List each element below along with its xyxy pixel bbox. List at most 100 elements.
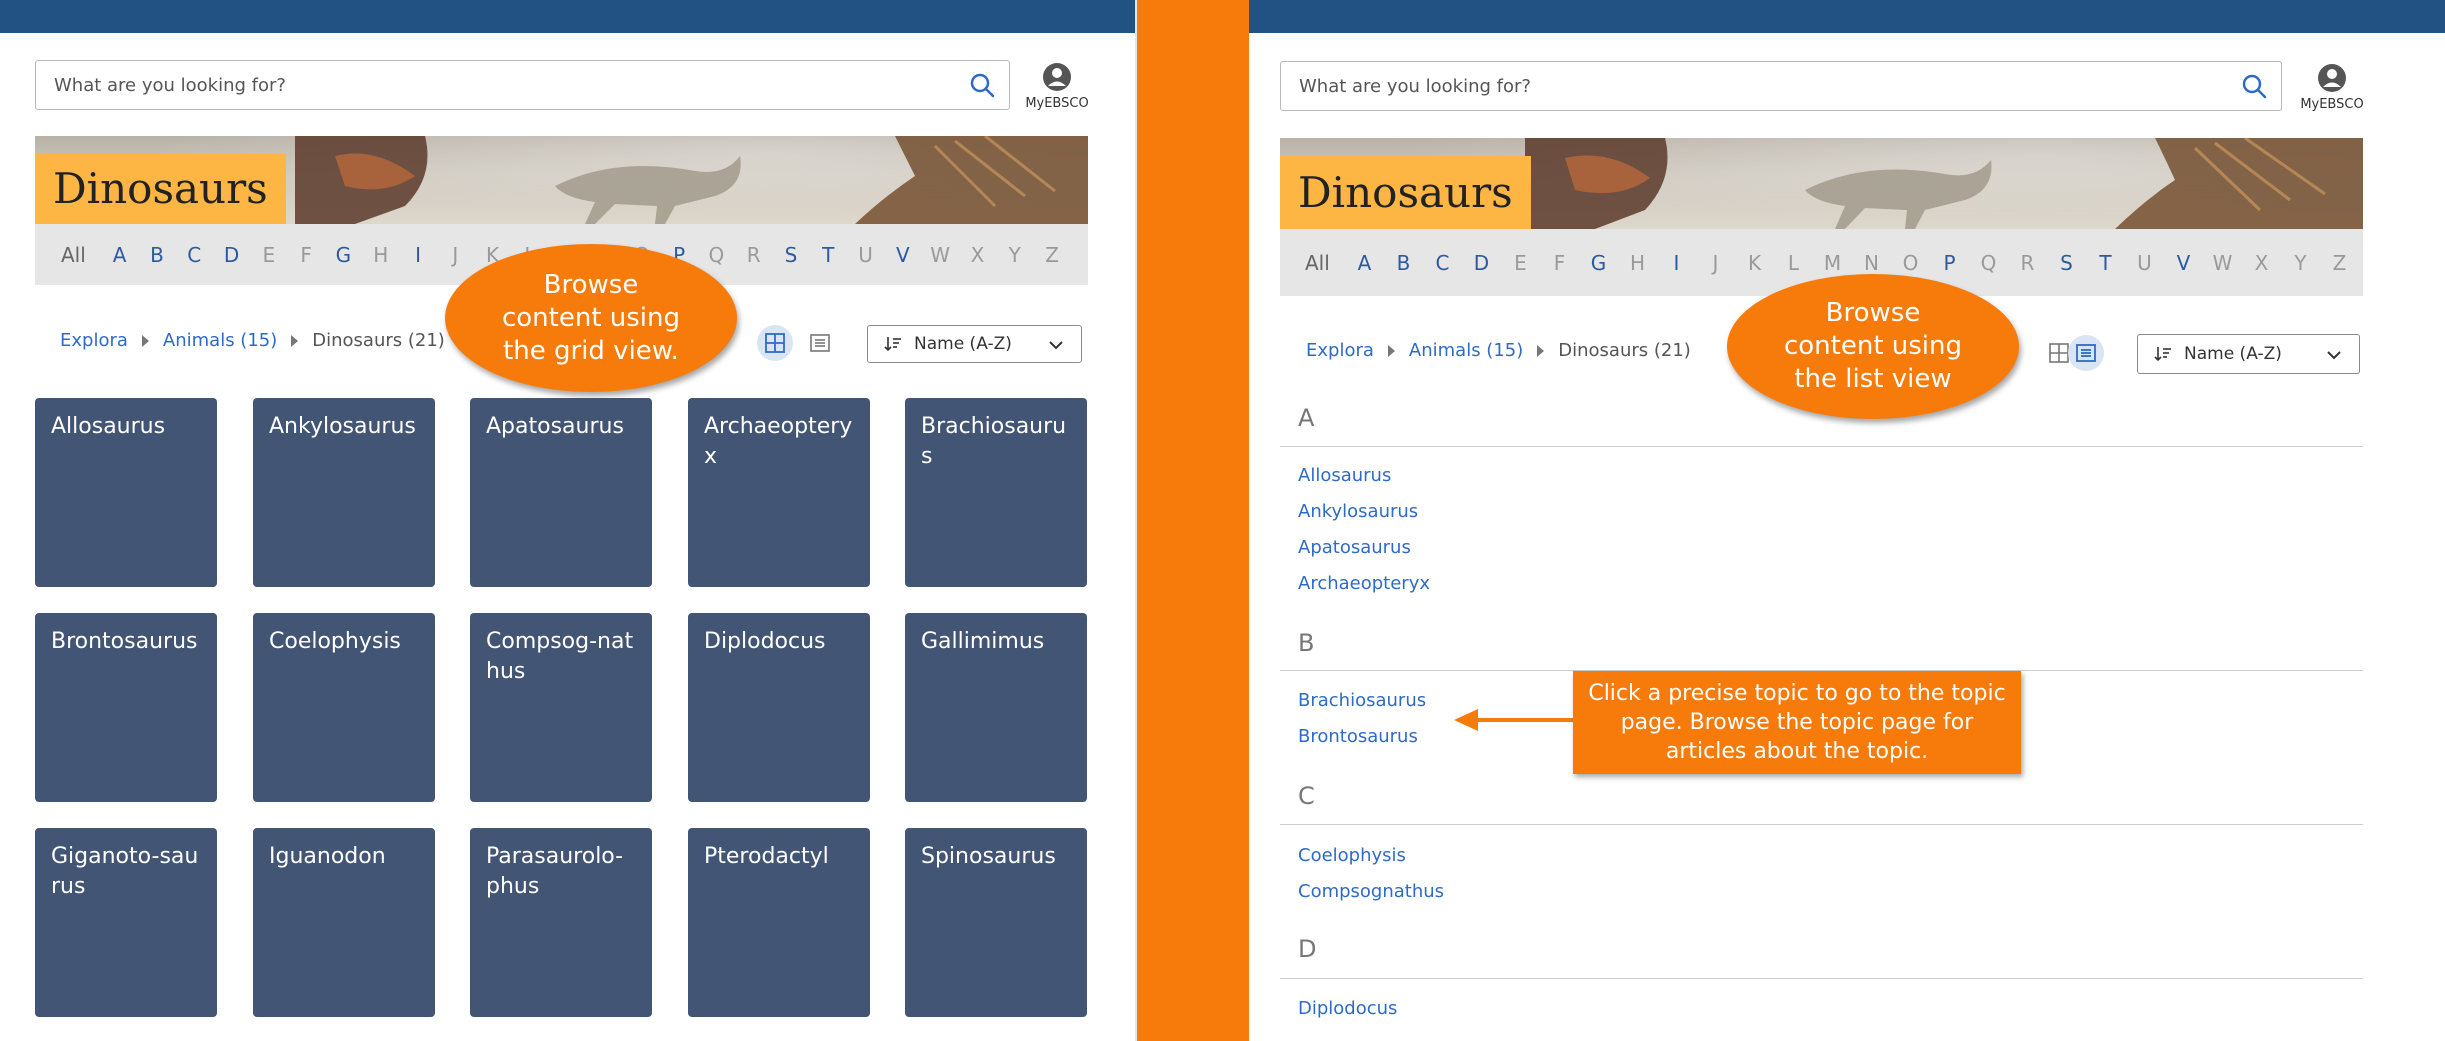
alphabet-letter-u: U bbox=[2137, 250, 2152, 275]
topic-tile[interactable]: Brachiosaurus bbox=[905, 398, 1087, 587]
letter-group-heading: D bbox=[1298, 935, 1317, 963]
account-icon bbox=[2318, 64, 2346, 92]
search-input[interactable] bbox=[1299, 62, 2219, 110]
top-bar bbox=[0, 0, 1135, 33]
grid-view-icon bbox=[2049, 343, 2069, 363]
topic-link[interactable]: Brontosaurus bbox=[1298, 726, 1418, 747]
sort-label: Name (A-Z) bbox=[2184, 344, 2282, 364]
list-view-button[interactable] bbox=[2068, 335, 2104, 371]
banner-title: Dinosaurs bbox=[35, 154, 286, 224]
alphabet-letter-l: L bbox=[1787, 250, 1800, 275]
grid-view-callout: Browse content using the grid view. bbox=[445, 244, 737, 392]
account-label: MyEBSCO bbox=[1025, 96, 1089, 111]
alphabet-letter-v[interactable]: V bbox=[884, 243, 921, 267]
search-icon[interactable] bbox=[2241, 73, 2267, 99]
alphabet-letter-all[interactable]: All bbox=[61, 243, 101, 267]
alphabet-letter-d[interactable]: D bbox=[1462, 251, 1501, 275]
alphabet-letter-v[interactable]: V bbox=[2164, 251, 2203, 275]
account-menu[interactable]: MyEBSCO bbox=[1017, 62, 1097, 111]
topic-link[interactable]: Brachiosaurus bbox=[1298, 690, 1426, 711]
search-icon[interactable] bbox=[969, 72, 995, 98]
alphabet-letter-z: Z bbox=[1045, 242, 1059, 267]
topic-tile[interactable]: Spinosaurus bbox=[905, 828, 1087, 1017]
topic-link[interactable]: Compsognathus bbox=[1298, 881, 1444, 902]
top-bar bbox=[1249, 0, 2445, 33]
breadcrumb-separator-icon bbox=[291, 334, 299, 347]
sort-dropdown[interactable]: Name (A-Z) bbox=[867, 325, 1082, 363]
topic-tile[interactable]: Archaeopteryx bbox=[688, 398, 870, 587]
alphabet-letter-q: Q bbox=[708, 242, 725, 267]
breadcrumb-separator-icon bbox=[141, 334, 149, 347]
letter-group-heading: B bbox=[1298, 629, 1315, 657]
letter-group-heading: C bbox=[1298, 782, 1315, 810]
alphabet-letter-s[interactable]: S bbox=[2047, 251, 2086, 275]
breadcrumb-explora[interactable]: Explora bbox=[60, 330, 128, 351]
topic-tile[interactable]: Iguanodon bbox=[253, 828, 435, 1017]
topic-link[interactable]: Allosaurus bbox=[1298, 465, 1391, 486]
alphabet-letter-t[interactable]: T bbox=[2086, 251, 2125, 275]
topic-tile[interactable]: Parasaurolo-phus bbox=[470, 828, 652, 1017]
alphabet-letter-f: F bbox=[300, 242, 312, 267]
topic-link[interactable]: Diplodocus bbox=[1298, 998, 1397, 1019]
breadcrumb-explora[interactable]: Explora bbox=[1306, 340, 1374, 361]
alphabet-letter-f: F bbox=[1553, 250, 1566, 275]
chevron-down-icon bbox=[1049, 341, 1063, 350]
dinosaur-banner-image bbox=[295, 136, 1088, 224]
alphabet-letter-k: K bbox=[1747, 250, 1762, 275]
alphabet-letter-y: Y bbox=[2294, 250, 2307, 275]
topic-tile[interactable]: Compsog-nathus bbox=[470, 613, 652, 802]
topic-link[interactable]: Archaeopteryx bbox=[1298, 573, 1430, 594]
search-input[interactable] bbox=[54, 61, 947, 109]
breadcrumb-animals[interactable]: Animals (15) bbox=[163, 330, 277, 351]
topic-tile[interactable]: Coelophysis bbox=[253, 613, 435, 802]
sort-dropdown[interactable]: Name (A-Z) bbox=[2137, 334, 2360, 374]
breadcrumb-separator-icon bbox=[1537, 344, 1545, 357]
topic-tile[interactable]: Diplodocus bbox=[688, 613, 870, 802]
alphabet-letter-x: X bbox=[2254, 250, 2269, 275]
alphabet-letter-g[interactable]: G bbox=[325, 243, 362, 267]
breadcrumb-separator-icon bbox=[1387, 344, 1395, 357]
alphabet-letter-i[interactable]: I bbox=[399, 243, 436, 267]
topic-tile[interactable]: Apatosaurus bbox=[470, 398, 652, 587]
alphabet-letter-p[interactable]: P bbox=[1930, 251, 1969, 275]
alphabet-letter-c[interactable]: C bbox=[1423, 251, 1462, 275]
topic-link[interactable]: Coelophysis bbox=[1298, 845, 1406, 866]
arrow-left-icon bbox=[1454, 709, 1579, 731]
sort-label: Name (A-Z) bbox=[914, 334, 1012, 354]
topic-tile[interactable]: Allosaurus bbox=[35, 398, 217, 587]
list-view-button[interactable] bbox=[802, 325, 838, 361]
topic-tile[interactable]: Gallimimus bbox=[905, 613, 1087, 802]
alphabet-letter-r: R bbox=[746, 242, 761, 267]
list-view-icon bbox=[2076, 344, 2096, 362]
topic-tile[interactable]: Brontosaurus bbox=[35, 613, 217, 802]
breadcrumb-animals[interactable]: Animals (15) bbox=[1409, 340, 1523, 361]
topic-tile[interactable]: Giganoto-saurus bbox=[35, 828, 217, 1017]
alphabet-letter-s[interactable]: S bbox=[772, 243, 809, 267]
topic-link[interactable]: Ankylosaurus bbox=[1298, 501, 1418, 522]
alphabet-letter-d[interactable]: D bbox=[213, 243, 250, 267]
alphabet-letter-a[interactable]: A bbox=[101, 243, 138, 267]
alphabet-letter-t[interactable]: T bbox=[810, 243, 847, 267]
alphabet-letter-g[interactable]: G bbox=[1579, 251, 1618, 275]
alphabet-letter-j: J bbox=[1712, 250, 1719, 275]
topic-tile[interactable]: Pterodactyl bbox=[688, 828, 870, 1017]
grid-view-button[interactable] bbox=[757, 325, 793, 361]
alphabet-letter-u: U bbox=[858, 242, 873, 267]
alphabet-letter-b[interactable]: B bbox=[138, 243, 175, 267]
group-divider bbox=[1280, 978, 2363, 979]
breadcrumb: Explora Animals (15) Dinosaurs (21) bbox=[60, 330, 445, 351]
alphabet-letter-n: N bbox=[1864, 250, 1879, 275]
alphabet-letter-q: Q bbox=[1980, 250, 1997, 275]
alphabet-letter-a[interactable]: A bbox=[1345, 251, 1384, 275]
topic-tile[interactable]: Ankylosaurus bbox=[253, 398, 435, 587]
alphabet-letter-i[interactable]: I bbox=[1657, 251, 1696, 275]
alphabet-letter-o: O bbox=[1902, 250, 1919, 275]
list-view-callout: Browse content using the list view bbox=[1727, 274, 2019, 419]
alphabet-letter-all[interactable]: All bbox=[1305, 251, 1345, 275]
topic-link[interactable]: Apatosaurus bbox=[1298, 537, 1411, 558]
group-divider bbox=[1280, 824, 2363, 825]
alphabet-letter-b[interactable]: B bbox=[1384, 251, 1423, 275]
alphabet-letter-c[interactable]: C bbox=[176, 243, 213, 267]
alphabet-letter-j: J bbox=[452, 242, 459, 267]
account-menu[interactable]: MyEBSCO bbox=[2292, 63, 2372, 112]
